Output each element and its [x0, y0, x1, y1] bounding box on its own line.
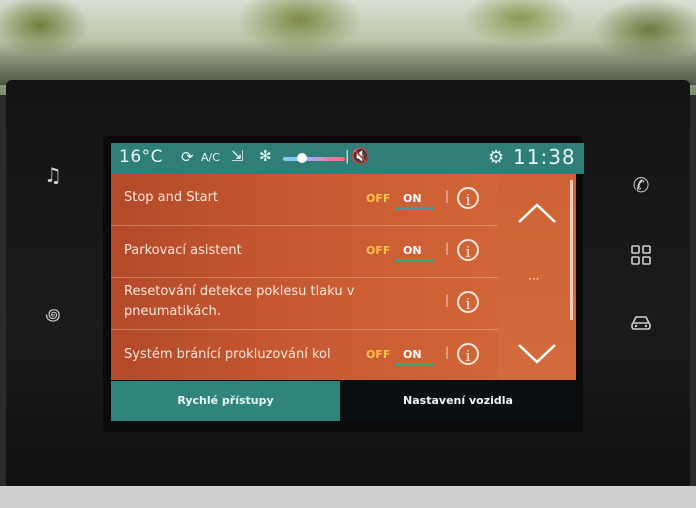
ac-label[interactable]: A/C — [201, 151, 220, 164]
recirculation-icon[interactable]: ⟳ — [181, 148, 194, 166]
setting-row-anti-slip[interactable]: Systém bránící prokluzování kol OFF ON |… — [111, 330, 498, 381]
climate-seat-icon[interactable]: ꩜ — [38, 300, 68, 330]
settings-list: Stop and Start OFF ON | i Parkovací asis… — [111, 174, 498, 380]
more-indicator-icon: ··· — [528, 272, 540, 286]
air-distribution-icon[interactable]: ⇲ — [231, 147, 244, 165]
setting-label: Resetování detekce poklesu tlaku v pneum… — [124, 284, 355, 319]
temperature-readout[interactable]: 16°C — [119, 147, 163, 167]
tab-quick-access[interactable]: Rychlé přístupy — [111, 381, 340, 421]
row-separator: | — [445, 189, 450, 203]
row-separator: | — [445, 241, 450, 255]
info-icon[interactable]: i — [457, 239, 479, 261]
setting-row-parking-assist[interactable]: Parkovací asistent OFF ON | i — [111, 226, 498, 278]
fan-icon[interactable]: ✻ — [259, 147, 272, 165]
chevron-up-icon — [518, 203, 556, 223]
clock: 11:38 — [513, 145, 576, 169]
status-bar: 16°C ⟳ A/C ⇲ ✻ | 🔇 ⚙ 11:38 — [111, 143, 584, 174]
status-separator: | — [345, 149, 350, 164]
on-option[interactable]: ON — [403, 348, 422, 361]
off-option[interactable]: OFF — [366, 192, 390, 205]
scroll-down-icon[interactable] — [517, 336, 557, 370]
fan-speed-slider[interactable] — [283, 157, 345, 161]
fan-speed-handle[interactable] — [297, 153, 307, 163]
on-option[interactable]: ON — [403, 244, 422, 257]
car-icon-svg — [631, 316, 651, 330]
dashboard-trim — [0, 486, 696, 508]
off-option[interactable]: OFF — [366, 348, 390, 361]
setting-row-stop-start[interactable]: Stop and Start OFF ON | i — [111, 174, 498, 226]
info-icon[interactable]: i — [457, 343, 479, 365]
setting-row-tyre-pressure-reset[interactable]: Resetování detekce poklesu tlaku v pneum… — [111, 278, 498, 330]
info-icon[interactable]: i — [457, 187, 479, 209]
setting-label: Parkovací asistent — [124, 243, 242, 258]
apps-grid-icon-svg — [631, 245, 651, 265]
mute-icon[interactable]: 🔇 — [351, 147, 370, 165]
phone-icon[interactable]: ✆ — [626, 170, 656, 200]
setting-label: Systém bránící prokluzování kol — [124, 347, 331, 362]
gear-icon[interactable]: ⚙ — [488, 147, 504, 168]
bottom-tabs: Rychlé přístupy Nastavení vozidla — [111, 381, 576, 421]
on-option[interactable]: ON — [403, 192, 422, 205]
background-cars — [0, 40, 696, 85]
info-icon[interactable]: i — [457, 291, 479, 313]
setting-label: Stop and Start — [124, 190, 219, 205]
chevron-down-icon — [518, 344, 556, 364]
off-option[interactable]: OFF — [366, 244, 390, 257]
on-selected-indicator — [395, 363, 433, 366]
scroll-up-icon[interactable] — [517, 196, 557, 230]
on-selected-indicator — [395, 207, 433, 210]
row-separator: | — [445, 345, 450, 359]
car-icon[interactable] — [626, 310, 656, 340]
music-note-icon[interactable]: ♫ — [38, 160, 68, 190]
tab-vehicle-settings[interactable]: Nastavení vozidla — [340, 381, 576, 421]
row-separator: | — [445, 293, 450, 307]
scrollbar[interactable] — [570, 180, 573, 320]
apps-grid-icon[interactable] — [626, 243, 656, 273]
on-selected-indicator — [395, 259, 433, 262]
